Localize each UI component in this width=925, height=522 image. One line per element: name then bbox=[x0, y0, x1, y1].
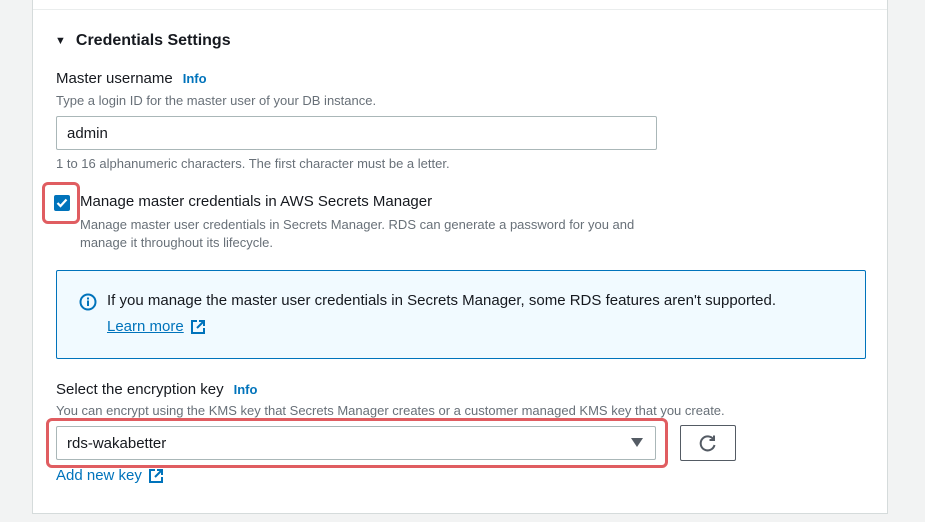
username-input[interactable]: admin bbox=[56, 116, 657, 150]
username-description: Type a login ID for the master user of y… bbox=[56, 93, 377, 108]
manage-credentials-checkbox[interactable] bbox=[54, 195, 70, 211]
encryption-key-selected: rds-wakabetter bbox=[67, 434, 167, 452]
credentials-section-toggle[interactable]: ▼ Credentials Settings bbox=[55, 32, 231, 50]
encryption-key-select[interactable]: rds-wakabetter bbox=[56, 426, 656, 460]
add-new-key-link[interactable]: Add new key bbox=[56, 467, 164, 484]
refresh-button[interactable] bbox=[680, 425, 736, 461]
info-alert: If you manage the master user credential… bbox=[56, 270, 866, 359]
caret-down-icon: ▼ bbox=[55, 35, 66, 47]
manage-credentials-description: Manage master user credentials in Secret… bbox=[80, 217, 635, 250]
learn-more-link[interactable]: Learn more bbox=[107, 318, 206, 335]
username-value: admin bbox=[67, 124, 108, 142]
username-info-link[interactable]: Info bbox=[183, 71, 207, 86]
section-title: Credentials Settings bbox=[75, 32, 231, 49]
external-link-icon bbox=[190, 319, 206, 335]
username-label-row: Master username Info bbox=[56, 70, 207, 87]
checkmark-icon bbox=[56, 198, 68, 208]
alert-text: If you manage the master user credential… bbox=[107, 292, 777, 309]
username-constraint: 1 to 16 alphanumeric characters. The fir… bbox=[56, 156, 450, 171]
encryption-key-label: Select the encryption key bbox=[56, 381, 224, 398]
encryption-key-description: You can encrypt using the KMS key that S… bbox=[56, 403, 725, 418]
learn-more-label: Learn more bbox=[107, 318, 184, 335]
username-label: Master username bbox=[56, 70, 173, 87]
divider bbox=[33, 9, 887, 10]
encryption-label-row: Select the encryption key Info bbox=[56, 381, 257, 398]
refresh-icon bbox=[699, 435, 716, 452]
info-icon bbox=[79, 293, 97, 316]
encryption-info-link[interactable]: Info bbox=[234, 382, 258, 397]
external-link-icon bbox=[148, 468, 164, 484]
add-new-key-label: Add new key bbox=[56, 467, 142, 484]
manage-credentials-label[interactable]: Manage master credentials in AWS Secrets… bbox=[80, 193, 432, 210]
credentials-panel: ▼ Credentials Settings Master username I… bbox=[32, 0, 888, 514]
dropdown-caret-icon bbox=[631, 438, 643, 447]
